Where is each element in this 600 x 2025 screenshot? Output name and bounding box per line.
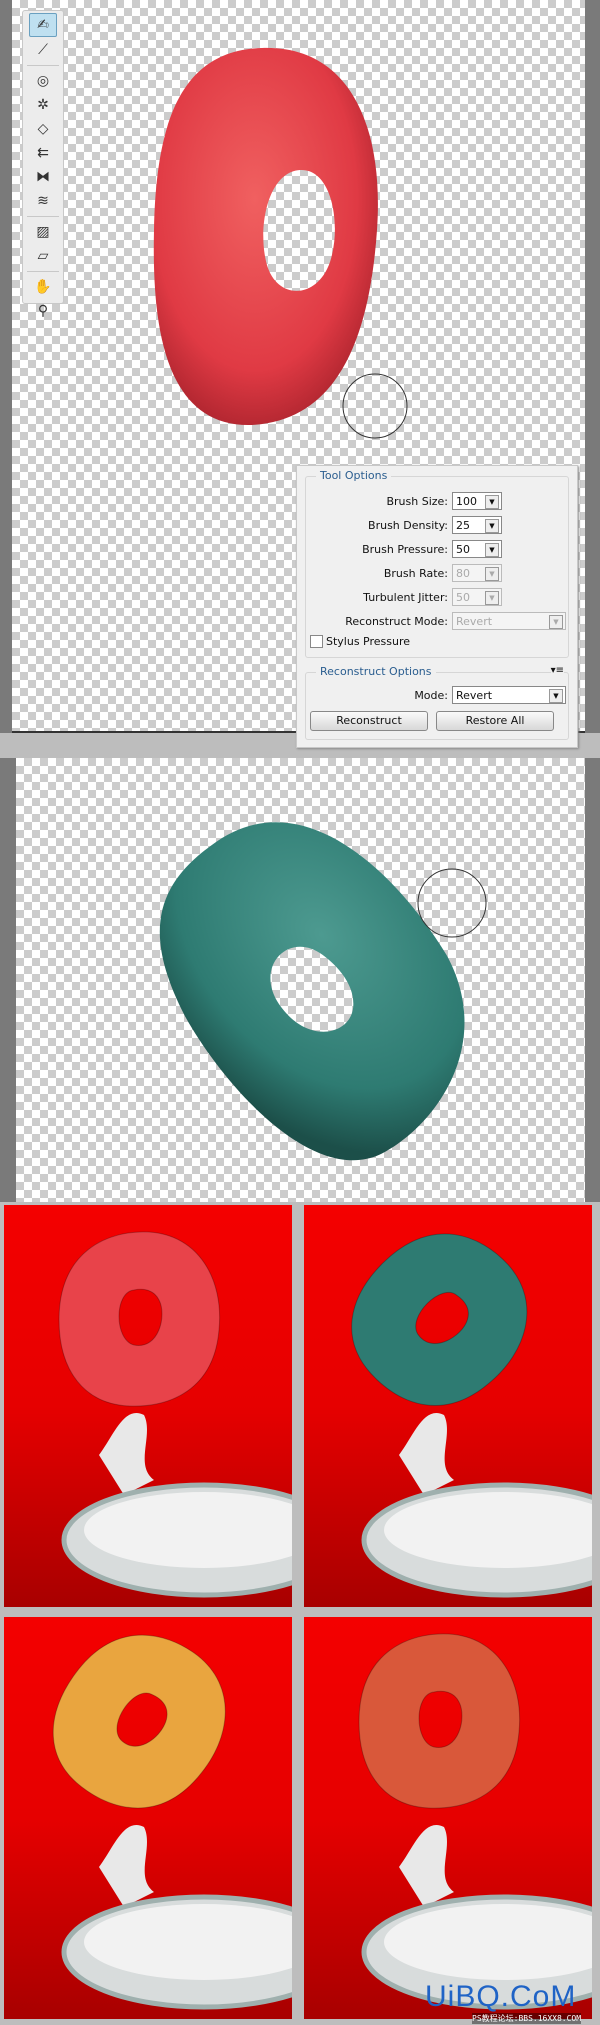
chevron-down-icon: ▼ xyxy=(485,567,499,581)
red-donut xyxy=(153,47,378,426)
pucker-icon[interactable]: ✲ xyxy=(30,94,56,116)
result-image-coral xyxy=(304,1617,592,2019)
liquify-toolbar: ✍ ⟋ ◎ ✲ ◇ ⇇ ⧓ ≋ ▨ ▱ ✋ ⚲ xyxy=(22,10,64,319)
hand-icon[interactable]: ✋ xyxy=(30,276,56,298)
reconstruct-mode-label: Reconstruct Mode: xyxy=(345,614,448,628)
milk-splash xyxy=(399,1825,454,1907)
freeze-mask-icon[interactable]: ▨ xyxy=(30,221,56,243)
toolbar-divider xyxy=(27,65,59,66)
brush-pressure-value: 50 xyxy=(456,543,470,556)
chevron-down-icon[interactable]: ▼ xyxy=(485,543,499,557)
toolbar-divider xyxy=(27,216,59,217)
stylus-pressure-label: Stylus Pressure xyxy=(326,635,411,648)
milk-splash xyxy=(399,1413,454,1495)
turbulent-jitter-row: Turbulent Jitter: 50 ▼ xyxy=(363,587,502,607)
reconstruct-options-group: Reconstruct Options ▾≡ Mode: Revert ▼ Rec… xyxy=(305,665,569,740)
brush-pressure-row: Brush Pressure: 50 ▼ xyxy=(362,539,502,559)
twirl-icon[interactable]: ◎ xyxy=(30,70,56,92)
brush-size-select[interactable]: 100 ▼ xyxy=(452,492,502,510)
turbulent-jitter-value: 50 xyxy=(456,591,470,604)
mode-select[interactable]: Revert ▼ xyxy=(452,686,566,704)
result-image-teal xyxy=(304,1205,592,1607)
toolbar-divider xyxy=(27,271,59,272)
turbulence-icon[interactable]: ≋ xyxy=(30,190,56,212)
brush-size-label: Brush Size: xyxy=(386,494,448,508)
restore-all-button[interactable]: Restore All xyxy=(436,711,554,731)
thaw-mask-icon[interactable]: ▱ xyxy=(30,245,56,267)
brush-pressure-select[interactable]: 50 ▼ xyxy=(452,540,502,558)
reconstruct-mode-select: Revert ▼ xyxy=(452,612,566,630)
tool-options-panel: Tool Options Brush Size: 100 ▼ Brush Dens… xyxy=(296,465,578,748)
brush-size-row: Brush Size: 100 ▼ xyxy=(386,491,502,511)
brush-cursor xyxy=(417,868,487,938)
coral-donut xyxy=(358,1633,521,1809)
liquify-window-2 xyxy=(0,758,600,1202)
brush-rate-label: Brush Rate: xyxy=(383,566,448,580)
mirror-icon[interactable]: ⧓ xyxy=(30,166,56,188)
reconstruct-mode-value: Revert xyxy=(456,615,493,628)
reconstruct-icon[interactable]: ⟋ xyxy=(30,39,56,61)
reconstruct-options-title: Reconstruct Options xyxy=(316,665,436,678)
mode-row: Mode: Revert ▼ xyxy=(414,685,566,705)
turbulent-jitter-label: Turbulent Jitter: xyxy=(363,590,448,604)
watermark-logo: UiBQ.CoM xyxy=(425,1980,577,2013)
reconstruct-mode-row: Reconstruct Mode: Revert ▼ xyxy=(345,611,566,631)
brush-density-row: Brush Density: 25 ▼ xyxy=(368,515,502,535)
stylus-pressure-checkbox[interactable] xyxy=(310,635,323,648)
milk-splash xyxy=(99,1413,154,1495)
reconstruct-button[interactable]: Reconstruct xyxy=(310,711,428,731)
stylus-pressure-option[interactable]: Stylus Pressure xyxy=(310,635,410,648)
chevron-down-icon: ▼ xyxy=(485,591,499,605)
brush-pressure-label: Brush Pressure: xyxy=(362,542,448,556)
tool-options-group: Tool Options Brush Size: 100 ▼ Brush Dens… xyxy=(305,469,569,658)
watermark-site: PS教程论坛:BBS.16XX8.COM xyxy=(472,2013,582,2024)
brush-size-value: 100 xyxy=(456,495,477,508)
red-donut xyxy=(58,1231,221,1407)
chevron-down-icon[interactable]: ▼ xyxy=(485,495,499,509)
chevron-down-icon[interactable]: ▼ xyxy=(549,689,563,703)
zoom-icon[interactable]: ⚲ xyxy=(30,300,56,322)
brush-density-value: 25 xyxy=(456,519,470,532)
chevron-down-icon: ▼ xyxy=(549,615,563,629)
mode-label: Mode: xyxy=(414,688,448,702)
brush-density-select[interactable]: 25 ▼ xyxy=(452,516,502,534)
tool-options-title: Tool Options xyxy=(316,469,392,482)
result-image-red xyxy=(4,1205,292,1607)
teal-donut xyxy=(159,822,465,1161)
orange-donut xyxy=(52,1634,226,1809)
milk-splash xyxy=(99,1825,154,1907)
mode-value: Revert xyxy=(456,689,493,702)
push-left-icon[interactable]: ⇇ xyxy=(30,142,56,164)
brush-rate-row: Brush Rate: 80 ▼ xyxy=(384,563,502,583)
teal-donut xyxy=(351,1233,528,1406)
panel-menu-icon[interactable]: ▾≡ xyxy=(550,665,564,676)
turbulent-jitter-select: 50 ▼ xyxy=(452,588,502,606)
teal-donut-image xyxy=(159,822,487,1161)
bloat-icon[interactable]: ◇ xyxy=(30,118,56,140)
transparent-canvas[interactable] xyxy=(16,758,585,1202)
chevron-down-icon[interactable]: ▼ xyxy=(485,519,499,533)
brush-rate-select: 80 ▼ xyxy=(452,564,502,582)
brush-density-label: Brush Density: xyxy=(368,518,448,532)
brush-cursor xyxy=(342,373,408,439)
result-image-orange xyxy=(4,1617,292,2019)
forward-warp-icon[interactable]: ✍ xyxy=(29,13,57,37)
brush-rate-value: 80 xyxy=(456,567,470,580)
